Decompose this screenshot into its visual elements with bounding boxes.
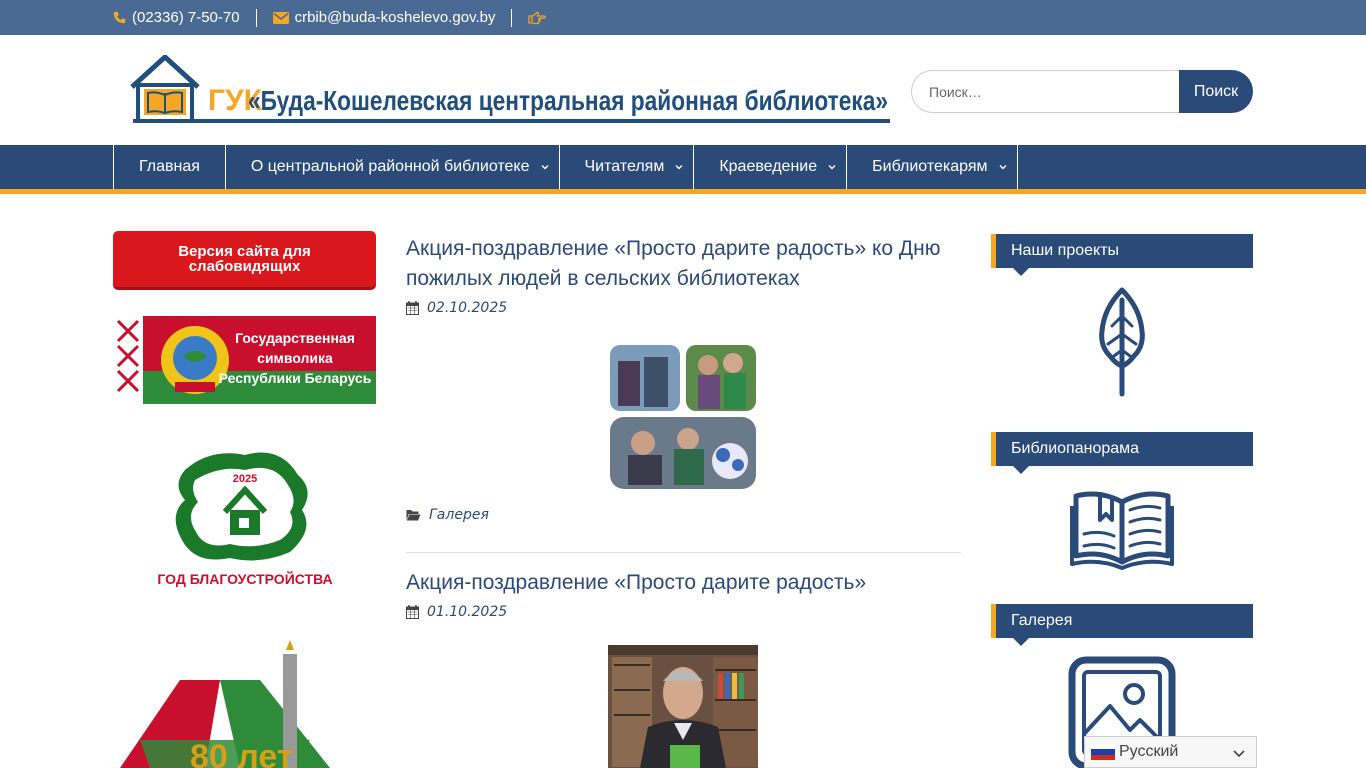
email-address: crbib@buda-koshelevo.gov.by <box>294 9 496 26</box>
nav-item-label: Читателям <box>584 158 665 175</box>
envelope-icon <box>272 11 289 24</box>
post-date-2: 01.10.2025 <box>406 604 507 620</box>
search-button[interactable]: Поиск <box>1179 70 1253 113</box>
state-symbols-banner[interactable]: Государственная символика Республики Бел… <box>113 316 376 404</box>
top-bar: (02336) 7-50-70 crbib@buda-koshelevo.gov… <box>0 0 1366 35</box>
post-date-1: 02.10.2025 <box>406 300 507 316</box>
nav-item-3[interactable]: Краеведение <box>694 145 848 189</box>
phone-number: (02336) 7-50-70 <box>132 9 240 26</box>
site-logo[interactable]: ГУК «Буда-Кошелевская центральная районн… <box>130 53 892 127</box>
post-image-2[interactable] <box>608 645 758 768</box>
post-divider <box>406 552 961 553</box>
post-title-2[interactable]: Акция-поздравление «Просто дарите радост… <box>406 568 961 598</box>
nav-item-4[interactable]: Библиотекарям <box>847 145 1018 189</box>
phone-icon <box>113 11 126 24</box>
chevron-down-icon <box>828 165 836 170</box>
phone-contact[interactable]: (02336) 7-50-70 <box>113 8 257 27</box>
open-book-icon[interactable] <box>1070 484 1174 570</box>
chevron-down-icon <box>1233 750 1245 758</box>
year-caption: ГОД БЛАГОУСТРОЙСТВА <box>157 570 332 587</box>
language-label: Русский <box>1119 743 1179 760</box>
chevron-down-icon <box>541 165 549 170</box>
search-input[interactable] <box>911 70 1179 113</box>
nav-item-label: Библиотекарям <box>872 158 988 175</box>
accessibility-link[interactable] <box>528 9 568 27</box>
language-selector[interactable]: Русский <box>1084 736 1257 768</box>
main-nav: Главная О центральной районной библиотеке… <box>0 145 1366 189</box>
impaired-version-button[interactable]: Версия сайта для слабовидящих <box>113 231 376 290</box>
nav-item-label: Краеведение <box>719 158 818 175</box>
symbols-line2: символика <box>257 350 333 366</box>
post-date-text-2[interactable]: 01.10.2025 <box>427 604 507 620</box>
year-of-improvement-banner[interactable]: 2025 ГОД БЛАГОУСТРОЙСТВА <box>150 440 340 590</box>
symbols-line1: Государственная <box>235 330 355 346</box>
hand-pointer-icon <box>528 11 547 24</box>
chevron-down-icon <box>999 165 1007 170</box>
widget-title-gallery: Галерея <box>991 604 1253 646</box>
nav-item-0[interactable]: Главная <box>114 145 226 189</box>
post-image-1[interactable] <box>608 343 758 491</box>
calendar-icon <box>406 605 419 619</box>
nav-item-label: Главная <box>139 158 200 175</box>
feather-icon[interactable] <box>1094 286 1150 398</box>
logo-text: «Буда-Кошелевская центральная районная б… <box>248 85 888 116</box>
nav-accent-bar <box>0 189 1366 194</box>
folder-icon <box>406 510 421 521</box>
year-number: 2025 <box>233 473 257 485</box>
post-category-link-1[interactable]: Галерея <box>429 507 489 523</box>
widget-title-bibliopanorama: Библиопанорама <box>991 432 1253 474</box>
symbols-line3: Республики Беларусь <box>219 370 372 386</box>
post-category-1: Галерея <box>406 507 489 523</box>
chevron-down-icon <box>675 165 683 170</box>
russian-flag-icon <box>1091 744 1115 760</box>
calendar-icon <box>406 301 419 315</box>
email-contact[interactable]: crbib@buda-koshelevo.gov.by <box>272 8 513 27</box>
post-date-text-1[interactable]: 02.10.2025 <box>427 300 507 316</box>
post-title-1[interactable]: Акция-поздравление «Просто дарите радост… <box>406 234 961 294</box>
widget-title-projects: Наши проекты <box>991 234 1253 276</box>
site-header: ГУК «Буда-Кошелевская центральная районн… <box>0 35 1366 145</box>
anniversary-text: 80 лет <box>190 738 294 768</box>
search-form: Поиск <box>911 70 1253 113</box>
nav-item-2[interactable]: Читателям <box>560 145 695 189</box>
nav-item-label: О центральной районной библиотеке <box>250 158 530 175</box>
nav-item-1[interactable]: О центральной районной библиотеке <box>226 145 560 189</box>
anniversary-80-banner[interactable]: 80 лет <box>120 640 330 768</box>
